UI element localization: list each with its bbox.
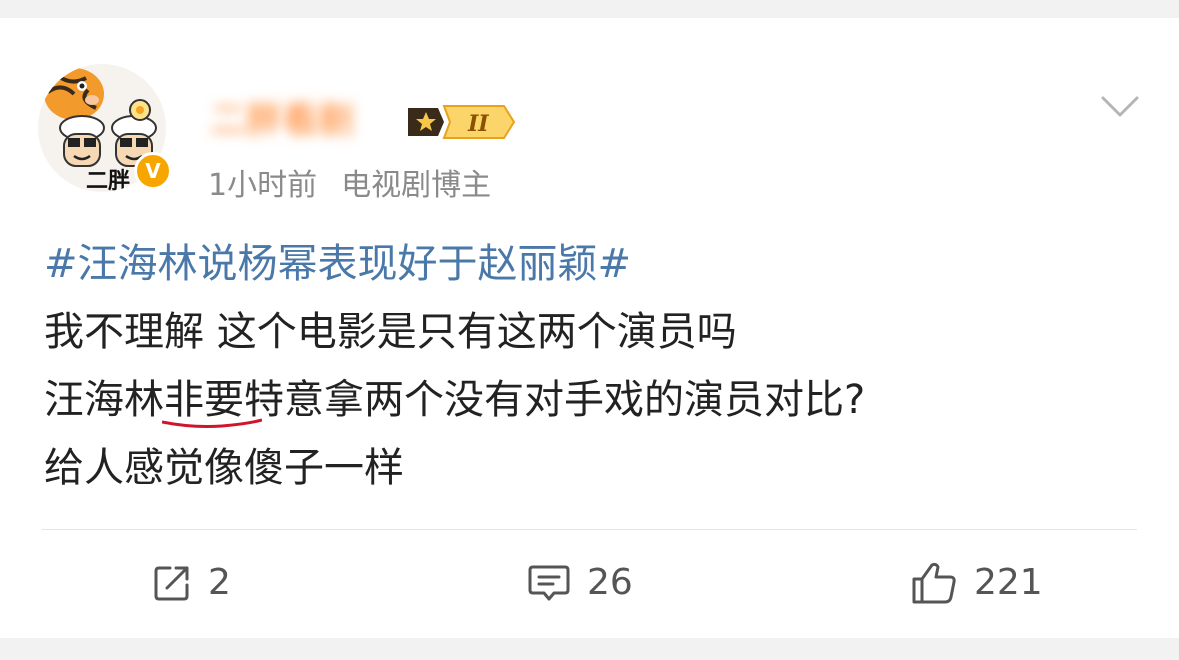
svg-text:II: II [467, 111, 489, 137]
author-avatar[interactable]: 二胖 V [38, 56, 172, 192]
thumbs-up-icon [912, 562, 956, 604]
post-content: #汪海林说杨幂表现好于赵丽颖# 我不理解 这个电影是只有这两个演员吗 汪海林非要… [44, 230, 1144, 502]
verified-badge-icon: V [134, 152, 172, 190]
comment-count: 26 [587, 562, 633, 603]
post-line-3: 给人感觉像傻子一样 [44, 445, 404, 491]
chevron-down-icon[interactable] [1100, 92, 1140, 122]
share-button[interactable]: 2 [152, 558, 231, 608]
underlined-text: 非要特意拿两个没有对手戏的演员对比? [164, 377, 866, 423]
red-underline-mark [162, 414, 262, 432]
post-line-1: 我不理解 这个电影是只有这两个演员吗 [44, 309, 737, 355]
share-count: 2 [208, 562, 231, 603]
like-count: 221 [974, 562, 1043, 603]
post-time: 1小时前 [208, 168, 318, 203]
underlined-phrase: 非要特意拿两个没有对手戏的演员对比? [164, 366, 865, 434]
like-button[interactable]: 221 [910, 558, 1043, 608]
author-name[interactable]: 二胖看剧 [210, 98, 390, 144]
comment-button[interactable]: 26 [527, 558, 633, 608]
post-line-2: 汪海林非要特意拿两个没有对手戏的演员对比? [44, 366, 1144, 434]
divider [42, 529, 1137, 530]
weibo-post-card: 二胖 V 二胖看剧 II 1小时前 电视剧博主 #汪海林说杨幂表现好于赵丽颖# 我… [0, 18, 1179, 638]
svg-text:二胖: 二胖 [86, 168, 130, 192]
share-icon [154, 566, 189, 601]
hashtag-link[interactable]: #汪海林说杨幂表现好于赵丽颖# [44, 241, 631, 287]
post-line-2-prefix: 汪海林 [44, 377, 164, 423]
post-line-hashtag: #汪海林说杨幂表现好于赵丽颖# [44, 230, 1144, 298]
comment-icon [528, 565, 570, 601]
post-source: 电视剧博主 [341, 168, 492, 203]
post-meta: 1小时前 电视剧博主 [208, 164, 491, 208]
member-level-badge-icon[interactable]: II [404, 102, 516, 142]
